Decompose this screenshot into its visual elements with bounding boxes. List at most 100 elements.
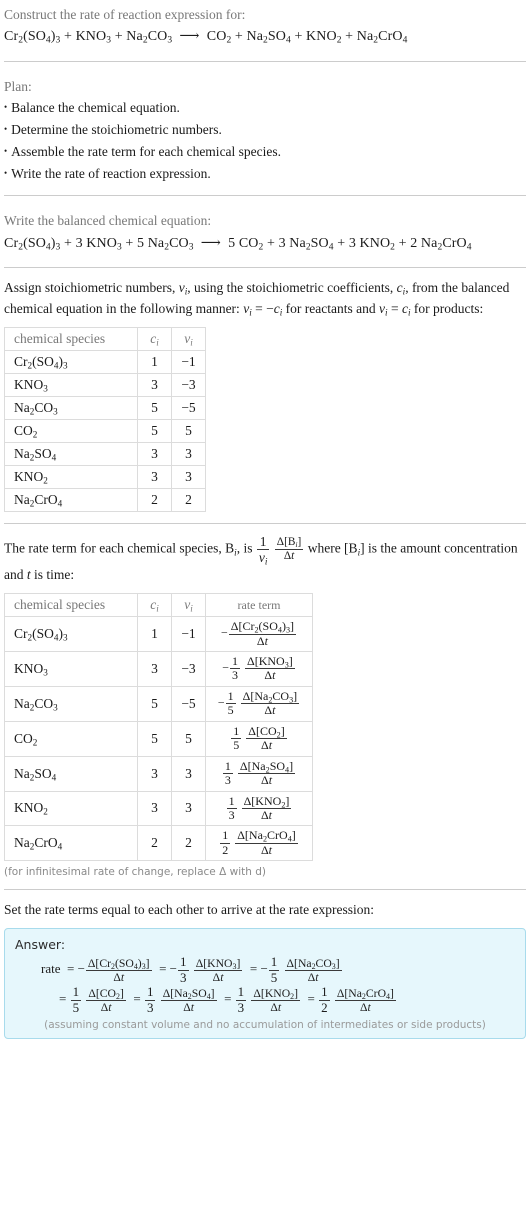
stoich-intro-text: Assign stoichiometric numbers, νi, using…	[4, 280, 510, 318]
coefficient-value: 3	[137, 465, 172, 490]
rate-term-expression: −1 3 Δ[KNO3] Δt	[205, 651, 313, 687]
infinitesimal-footnote: (for infinitesimal rate of change, repla…	[4, 866, 266, 879]
balanced-heading: Write the balanced chemical equation:	[4, 213, 212, 229]
stoich-number-value: −5	[171, 396, 206, 421]
answer-label: Answer:	[15, 937, 66, 953]
stoich-number-value: 5	[171, 419, 206, 444]
plan-heading: Plan:	[4, 78, 32, 94]
divider	[4, 523, 526, 525]
column-header-c: ci	[137, 327, 172, 352]
table-row: KNO3 3 −3 −1 3 Δ[KNO3] Δt	[4, 651, 313, 687]
species-name: Na2CO3	[4, 396, 138, 421]
species-name: Na2SO4	[4, 442, 138, 467]
question-equation: Cr2(SO4)3 + KNO3 + Na2CO3 ⟶ CO2 + Na2SO4…	[4, 29, 408, 46]
stoich-number-value: 2	[171, 825, 206, 862]
balanced-equation-section: Write the balanced chemical equation: Cr…	[4, 206, 526, 256]
table-row: KNO3 3 −3	[4, 373, 206, 398]
plan-step: Write the rate of reaction expression.	[4, 163, 526, 185]
final-heading: Set the rate terms equal to each other t…	[4, 902, 374, 918]
answer-expression: rate = − Δ[Cr2(SO4)3] Δt = −1 3 Δ[KNO3] Δt =…	[15, 955, 515, 1015]
answer-box: Answer: rate = − Δ[Cr2(SO4)3] Δt = −1 3 Δ[K…	[4, 928, 526, 1040]
table-row: Cr2(SO4)3 1 −1 − Δ[Cr2(SO4)3] Δt	[4, 616, 313, 653]
column-header-v: νi	[171, 593, 206, 618]
coefficient-value: 1	[137, 350, 172, 375]
divider	[4, 195, 526, 197]
rate-term-section: The rate term for each chemical species,…	[4, 534, 526, 878]
stoich-number-value: 3	[171, 465, 206, 490]
plan-section: Plan: Balance the chemical equation. Det…	[4, 72, 526, 185]
species-name: CO2	[4, 419, 138, 444]
stoich-number-value: 3	[171, 755, 206, 792]
coefficient-value: 5	[137, 685, 172, 722]
species-name: Cr2(SO4)3	[4, 616, 138, 653]
divider	[4, 60, 526, 62]
question-section: Construct the rate of reaction expressio…	[4, 0, 526, 50]
table-row: Na2SO4 3 3 13 Δ[Na2SO4] Δt	[4, 755, 313, 792]
coefficient-value: 5	[137, 419, 172, 444]
stoich-number-value: 5	[171, 720, 206, 757]
species-name: CO2	[4, 720, 138, 757]
rate-term-expression: − Δ[Cr2(SO4)3] Δt	[205, 616, 313, 653]
rate-term-expression: −1 5 Δ[Na2CO3] Δt	[205, 685, 313, 722]
species-name: Na2CO3	[4, 685, 138, 722]
table-row: Na2CrO4 2 2 12 Δ[Na2CrO4] Δt	[4, 825, 313, 862]
coefficient-value: 3	[137, 755, 172, 792]
rate-term-table: chemical species ci νi rate term Cr2(SO4…	[4, 593, 313, 862]
coefficient-value: 5	[137, 396, 172, 421]
plan-list: Balance the chemical equation. Determine…	[4, 97, 526, 184]
species-name: Na2SO4	[4, 755, 138, 792]
table-row: Na2SO4 3 3	[4, 442, 206, 467]
table-header-row: chemical species ci νi rate term	[4, 593, 313, 618]
coefficient-value: 2	[137, 488, 172, 513]
plan-step: Determine the stoichiometric numbers.	[4, 119, 526, 141]
species-name: Na2CrO4	[4, 488, 138, 513]
reaction-arrow-icon: ⟶	[200, 235, 221, 251]
reaction-arrow-icon: ⟶	[179, 29, 200, 45]
stoich-number-value: −1	[171, 350, 206, 375]
table-row: CO2 5 5 15 Δ[CO2] Δt	[4, 720, 313, 757]
coefficient-value: 1	[137, 616, 172, 653]
column-header-rate-term: rate term	[205, 593, 313, 618]
stoich-number-value: −3	[171, 373, 206, 398]
stoich-number-value: −1	[171, 616, 206, 653]
rate-term-expression: 12 Δ[Na2CrO4] Δt	[205, 825, 313, 862]
rate-term-expression: 13 Δ[KNO2] Δt	[205, 790, 313, 827]
species-name: KNO3	[4, 373, 138, 398]
column-header-species: chemical species	[4, 593, 138, 618]
column-header-v: νi	[171, 327, 206, 352]
plan-step: Assemble the rate term for each chemical…	[4, 141, 526, 163]
stoich-number-value: −5	[171, 685, 206, 722]
rate-word: rate	[41, 961, 61, 977]
assumption-note: (assuming constant volume and no accumul…	[44, 1019, 486, 1032]
table-row: CO2 5 5	[4, 419, 206, 444]
plan-step: Balance the chemical equation.	[4, 97, 526, 119]
stoich-number-value: 3	[171, 790, 206, 827]
stoichiometric-table: chemical species ci νi Cr2(SO4)3 1 −1 KN…	[4, 327, 206, 513]
coefficient-value: 3	[137, 373, 172, 398]
table-header-row: chemical species ci νi	[4, 327, 206, 352]
final-answer-section: Set the rate terms equal to each other t…	[4, 900, 526, 1040]
inline-fraction-one-over-nu: 1 νi	[256, 534, 270, 567]
table-row: Na2CO3 5 −5 −1 5 Δ[Na2CO3] Δt	[4, 685, 313, 722]
answer-expression-line-2: = 15 Δ[CO2] Δt = 13 Δ[Na2SO4] Δt = 13 Δ[KN…	[59, 984, 396, 1015]
rate-term-expression: 15 Δ[CO2] Δt	[205, 720, 313, 757]
species-name: KNO3	[4, 651, 138, 687]
rate-expression-page: Construct the rate of reaction expressio…	[0, 0, 530, 1040]
coefficient-value: 5	[137, 720, 172, 757]
species-name: KNO2	[4, 465, 138, 490]
rate-term-expression: 13 Δ[Na2SO4] Δt	[205, 755, 313, 792]
balanced-equation: Cr2(SO4)3 + 3 KNO3 + 5 Na2CO3 ⟶ 5 CO2 + …	[4, 235, 472, 253]
table-row: KNO2 3 3	[4, 465, 206, 490]
species-name: KNO2	[4, 790, 138, 827]
question-prompt: Construct the rate of reaction expressio…	[4, 7, 246, 22]
stoich-number-value: −3	[171, 651, 206, 687]
coefficient-value: 3	[137, 442, 172, 467]
coefficient-value: 3	[137, 651, 172, 687]
stoichiometric-section: Assign stoichiometric numbers, νi, using…	[4, 278, 526, 513]
table-row: Cr2(SO4)3 1 −1	[4, 350, 206, 375]
stoich-number-value: 2	[171, 488, 206, 513]
species-name: Na2CrO4	[4, 825, 138, 862]
column-header-c: ci	[137, 593, 172, 618]
answer-expression-line-1: rate = − Δ[Cr2(SO4)3] Δt = −1 3 Δ[KNO3] Δt =…	[41, 954, 342, 985]
rate-intro-text: The rate term for each chemical species,…	[4, 534, 518, 583]
